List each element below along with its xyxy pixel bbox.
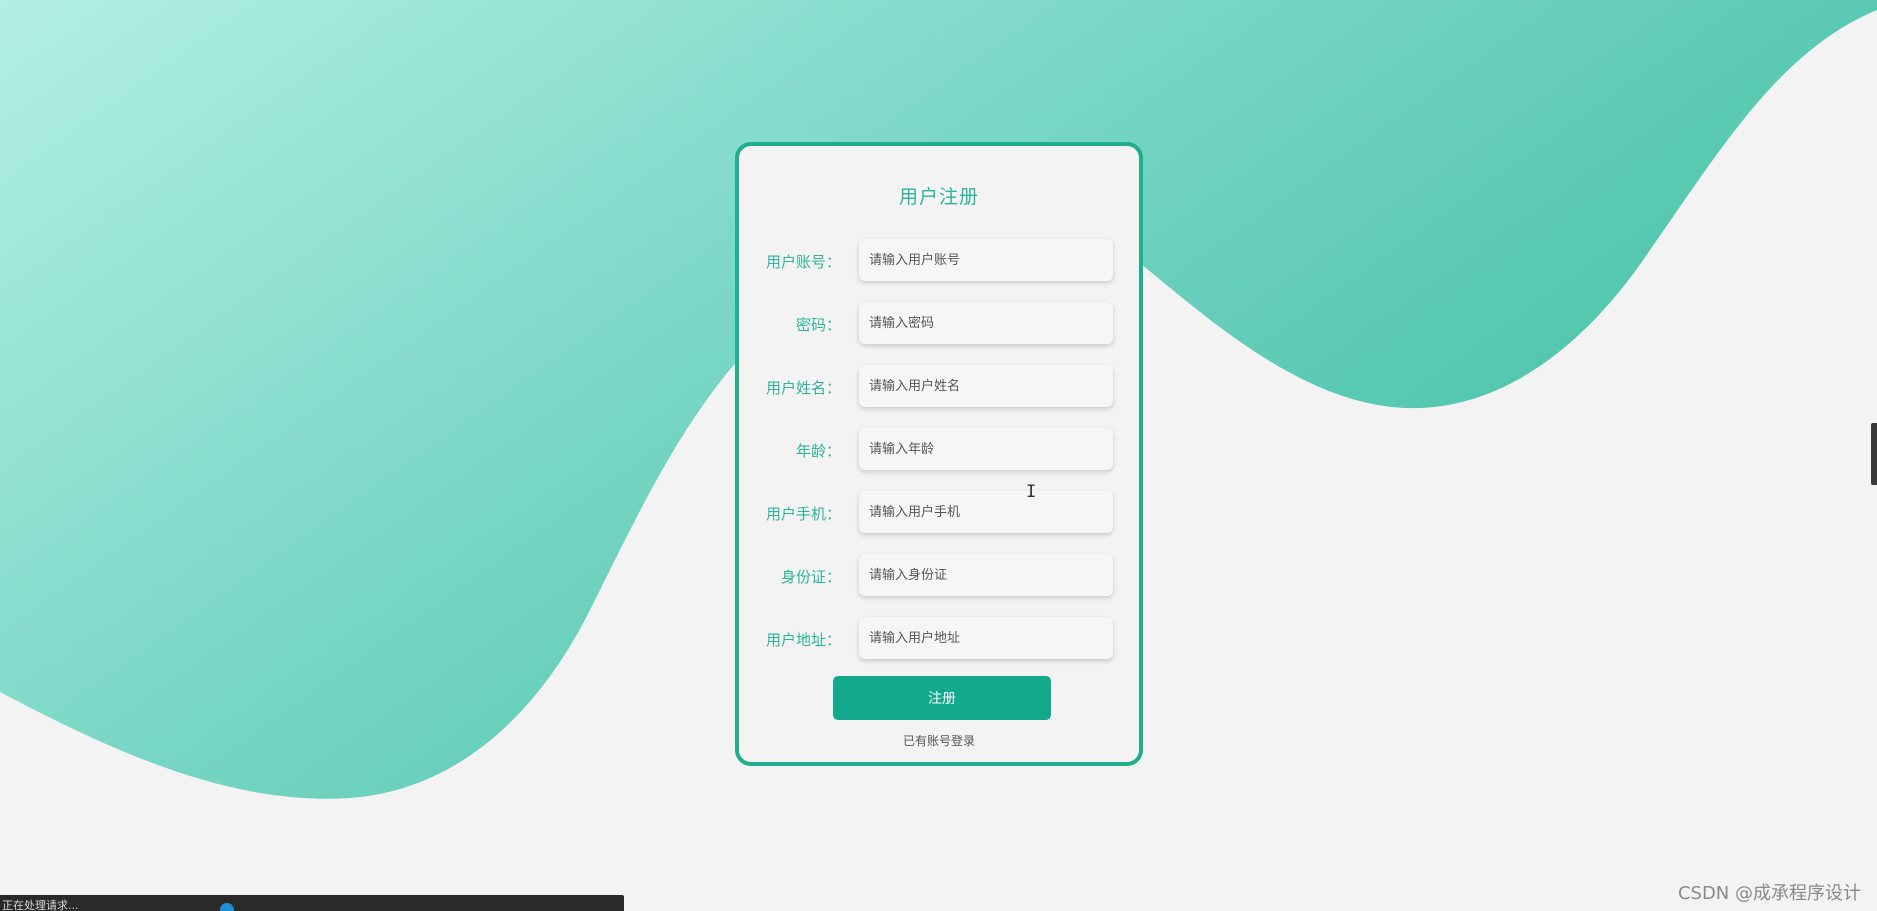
- age-input[interactable]: [859, 428, 1113, 470]
- login-link[interactable]: 已有账号登录: [739, 732, 1139, 749]
- form-row-account: 用户账号：: [739, 239, 1139, 283]
- page-background: 用户注册 用户账号： 密码： 用户姓名： 年龄： 用户手机： 身份证： 用户地址…: [0, 0, 1877, 911]
- register-button[interactable]: 注册: [833, 676, 1051, 720]
- id-card-label: 身份证：: [780, 568, 841, 586]
- form-row-password: 密码：: [739, 302, 1139, 346]
- status-bar: 正在处理请求...: [0, 895, 624, 911]
- text-cursor-icon: I: [1026, 482, 1037, 502]
- status-text: 正在处理请求...: [2, 899, 79, 911]
- address-label: 用户地址：: [765, 631, 841, 649]
- phone-label: 用户手机：: [765, 505, 841, 523]
- form-row-name: 用户姓名：: [739, 365, 1139, 409]
- register-card: 用户注册 用户账号： 密码： 用户姓名： 年龄： 用户手机： 身份证： 用户地址…: [735, 142, 1143, 766]
- id-card-input[interactable]: [859, 554, 1113, 596]
- account-label: 用户账号：: [765, 253, 841, 271]
- phone-input[interactable]: [859, 491, 1113, 533]
- form-row-age: 年龄：: [739, 428, 1139, 472]
- password-label: 密码：: [795, 316, 841, 334]
- scrollbar-handle[interactable]: [1871, 423, 1877, 485]
- loading-indicator-icon: [220, 903, 234, 911]
- name-label: 用户姓名：: [765, 379, 841, 397]
- name-input[interactable]: [859, 365, 1113, 407]
- password-input[interactable]: [859, 302, 1113, 344]
- account-input[interactable]: [859, 239, 1113, 281]
- address-input[interactable]: [859, 617, 1113, 659]
- register-title: 用户注册: [898, 186, 979, 208]
- watermark: CSDN @成承程序设计: [1677, 883, 1861, 904]
- form-row-id-card: 身份证：: [739, 554, 1139, 598]
- form-row-address: 用户地址：: [739, 617, 1139, 661]
- form-row-phone: 用户手机：: [739, 491, 1139, 535]
- age-label: 年龄：: [795, 442, 841, 460]
